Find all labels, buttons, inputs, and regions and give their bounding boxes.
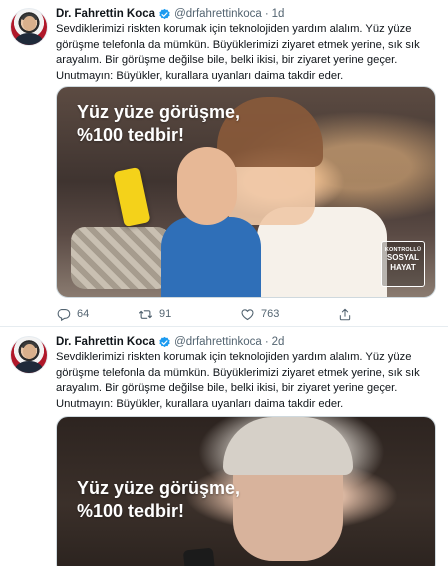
media-caption: Yüz yüze görüşme, %100 tedbir! <box>77 101 240 147</box>
tweet-text-line: Sevdiklerimizi riskten korumak için tekn… <box>56 23 412 35</box>
author-name[interactable]: Dr. Fahrettin Koca <box>56 8 155 20</box>
tweet-timestamp[interactable]: 1d <box>272 8 285 20</box>
author-handle[interactable]: @drfahrettinkoca <box>174 336 262 348</box>
like-button[interactable]: 763 <box>240 307 338 322</box>
tweet-header: Dr. Fahrettin Koca @drfahrettinkoca · 2d <box>56 334 284 350</box>
heart-icon <box>241 308 254 320</box>
badge-line: HAYAT <box>390 263 416 272</box>
reply-icon <box>57 308 71 321</box>
tweet-text-line: görüşme telefonla da mümkün. Büyüklerimi… <box>56 366 420 379</box>
image-kid-shirt <box>161 217 261 297</box>
retweet-icon <box>139 309 152 319</box>
like-count: 763 <box>261 308 280 320</box>
retweet-button[interactable]: 91 <box>138 307 240 322</box>
share-icon <box>339 308 351 320</box>
tweet-text-line: arayalım. Bir görüşme değilse bile, belk… <box>56 382 398 394</box>
badge-line: SOSYAL <box>386 253 420 262</box>
campaign-badge: KONTROLLÜ SOSYAL HAYAT <box>381 241 425 287</box>
tweet[interactable]: Dr. Fahrettin Koca @drfahrettinkoca · 1d… <box>0 0 448 327</box>
media-caption-line: %100 tedbir! <box>77 125 185 145</box>
image-pillow <box>71 227 171 289</box>
avatar-face <box>23 16 36 31</box>
image-kid <box>177 147 237 225</box>
reply-count: 64 <box>77 308 90 320</box>
image-phone <box>113 166 151 228</box>
verified-badge-icon <box>159 8 170 19</box>
share-button[interactable] <box>338 307 358 322</box>
author-name[interactable]: Dr. Fahrettin Koca <box>56 336 155 348</box>
avatar-suit <box>15 361 43 373</box>
media-caption-line: Yüz yüze görüşme, <box>77 102 241 122</box>
image-phone <box>182 547 218 566</box>
avatar-suit <box>15 33 43 45</box>
avatar-face <box>23 344 36 359</box>
tweet-text-line: Unutmayın: Büyükler, kurallara uyanları … <box>56 69 344 82</box>
avatar[interactable] <box>10 8 48 46</box>
media-caption-line: Yüz yüze görüşme, <box>77 478 241 498</box>
tweet-header: Dr. Fahrettin Koca @drfahrettinkoca · 1d <box>56 6 284 22</box>
author-handle[interactable]: @drfahrettinkoca <box>174 8 262 20</box>
media-caption: Yüz yüze görüşme, %100 tedbir! <box>77 477 240 523</box>
tweet-timestamp[interactable]: 2d <box>272 336 285 348</box>
avatar[interactable] <box>10 336 48 374</box>
tweet-actions: 64 91 763 <box>56 305 416 323</box>
retweet-count: 91 <box>159 308 172 320</box>
tweet-text: Sevdiklerimizi riskten korumak için tekn… <box>56 350 440 412</box>
tweet[interactable]: Dr. Fahrettin Koca @drfahrettinkoca · 2d… <box>0 328 448 566</box>
tweet-text: Sevdiklerimizi riskten korumak için tekn… <box>56 22 440 84</box>
separator-dot: · <box>264 8 269 20</box>
verified-badge-icon <box>159 336 170 347</box>
tweet-text-line: arayalım. Bir görüşme değilse bile, belk… <box>56 54 398 66</box>
tweet-text-line: Unutmayın: Büyükler, kurallara uyanları … <box>56 397 344 410</box>
tweet-media-image[interactable]: Yüz yüze görüşme, %100 tedbir! <box>56 416 436 566</box>
tweet-text-line: görüşme telefonla da mümkün. Büyüklerimi… <box>56 38 420 51</box>
image-grandmother <box>223 417 353 561</box>
reply-button[interactable]: 64 <box>56 307 138 322</box>
tweet-media-image[interactable]: Yüz yüze görüşme, %100 tedbir! KONTROLLÜ… <box>56 86 436 298</box>
tweet-text-line: Sevdiklerimizi riskten korumak için tekn… <box>56 351 412 363</box>
media-caption-line: %100 tedbir! <box>77 501 185 521</box>
separator-dot: · <box>264 336 269 348</box>
